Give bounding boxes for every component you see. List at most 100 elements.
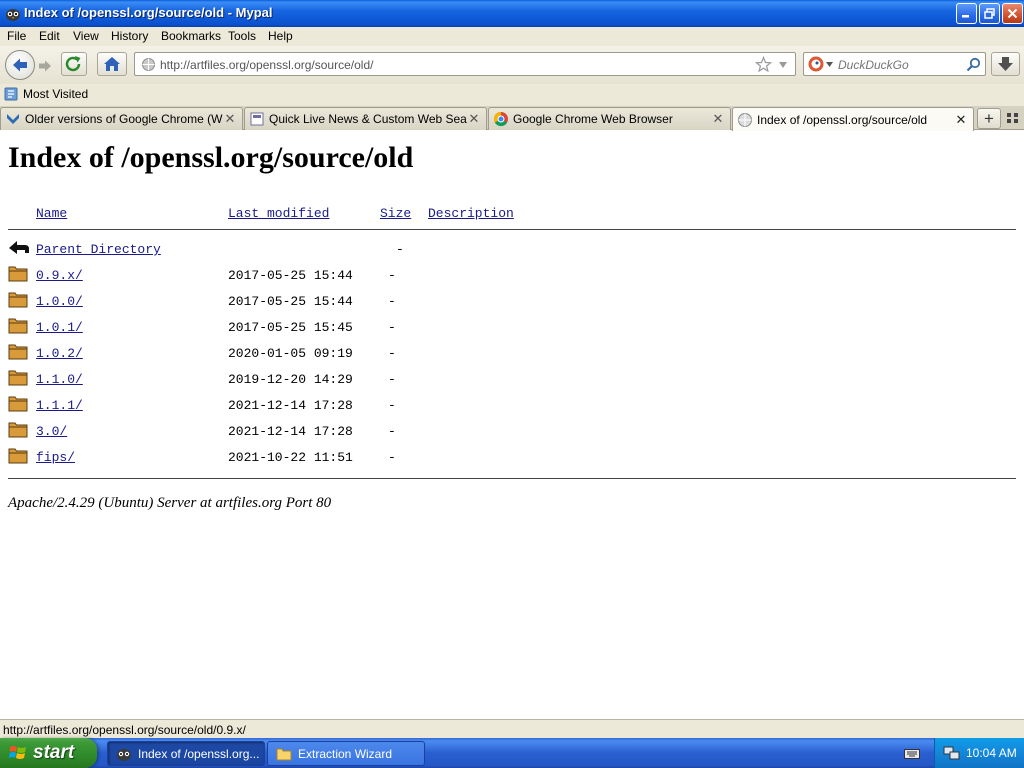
- file-size: -: [388, 424, 396, 439]
- file-size: -: [388, 320, 396, 335]
- url-dropdown-icon[interactable]: [778, 61, 788, 69]
- start-label: start: [33, 742, 75, 763]
- globe-icon: [738, 112, 752, 127]
- download-arrow-icon: [7, 114, 19, 124]
- menu-tools[interactable]: Tools: [228, 29, 256, 43]
- table-row: 1.0.2/ 2020-01-05 09:19 -: [0, 342, 600, 368]
- folder-icon: [8, 344, 28, 360]
- system-tray: 10:04 AM: [934, 738, 1024, 768]
- folder-icon: [8, 370, 28, 386]
- clock[interactable]: 10:04 AM: [966, 746, 1017, 760]
- minimize-button[interactable]: [956, 3, 977, 24]
- forward-arrow-icon: [39, 60, 51, 72]
- duckduckgo-icon[interactable]: [808, 56, 824, 72]
- tab-index-openssl[interactable]: Index of /openssl.org/source/old ✕: [732, 107, 974, 131]
- modified-date: 2020-01-05 09:19: [228, 346, 353, 361]
- table-row: 1.0.0/ 2017-05-25 15:44 -: [0, 290, 600, 316]
- new-tab-button[interactable]: +: [977, 108, 1001, 129]
- url-bar[interactable]: http://artfiles.org/openssl.org/source/o…: [134, 52, 796, 76]
- search-icon[interactable]: [966, 57, 981, 72]
- reload-button[interactable]: [61, 52, 87, 76]
- column-size-header[interactable]: Size: [380, 206, 411, 221]
- modified-date: 2017-05-25 15:45: [228, 320, 353, 335]
- reload-icon: [65, 56, 81, 72]
- modified-date: 2019-12-20 14:29: [228, 372, 353, 387]
- menu-bar: File Edit View History Bookmarks Tools H…: [0, 27, 1024, 46]
- forward-button[interactable]: [34, 55, 56, 77]
- parent-directory-row: Parent Directory -: [0, 238, 600, 264]
- tab-label: Google Chrome Web Browser: [513, 112, 673, 126]
- tab-close-icon[interactable]: ✕: [467, 111, 481, 126]
- tab-close-icon[interactable]: ✕: [223, 111, 237, 126]
- directory-link[interactable]: 1.0.0/: [36, 294, 83, 309]
- most-visited-bookmark[interactable]: Most Visited: [4, 87, 88, 101]
- title-bar[interactable]: Index of /openssl.org/source/old - Mypal: [0, 0, 1024, 27]
- directory-link[interactable]: 3.0/: [36, 424, 67, 439]
- directory-link[interactable]: 0.9.x/: [36, 268, 83, 283]
- folder-icon: [8, 448, 28, 464]
- window-title: Index of /openssl.org/source/old - Mypal: [24, 5, 273, 20]
- menu-file[interactable]: File: [7, 29, 26, 43]
- directory-link[interactable]: 1.0.2/: [36, 346, 83, 361]
- tab-close-icon[interactable]: ✕: [954, 112, 968, 127]
- search-engine-dropdown-icon[interactable]: [826, 62, 833, 67]
- tab-google-chrome[interactable]: Google Chrome Web Browser ✕: [488, 107, 731, 130]
- taskbar-item-label: Index of /openssl.org...: [138, 746, 260, 761]
- bookmark-folder-icon: [4, 87, 18, 101]
- menu-history[interactable]: History: [111, 29, 148, 43]
- chrome-icon: [493, 111, 508, 127]
- tab-quick-live-news[interactable]: Quick Live News & Custom Web Search ✕: [244, 107, 487, 130]
- keyboard-icon[interactable]: [904, 747, 920, 760]
- menu-view[interactable]: View: [73, 29, 99, 43]
- tab-label: Older versions of Google Chrome (Wind...: [25, 112, 223, 126]
- home-button[interactable]: [97, 52, 127, 76]
- file-size: -: [388, 398, 396, 413]
- back-button[interactable]: [5, 50, 35, 80]
- modified-date: 2017-05-25 15:44: [228, 268, 353, 283]
- folder-icon: [8, 422, 28, 438]
- close-button[interactable]: [1002, 3, 1023, 24]
- menu-help[interactable]: Help: [268, 29, 293, 43]
- folder-icon: [276, 748, 292, 760]
- header-divider: [8, 229, 1016, 230]
- modified-date: 2021-12-14 17:28: [228, 398, 353, 413]
- directory-link[interactable]: 1.0.1/: [36, 320, 83, 335]
- most-visited-label: Most Visited: [23, 87, 89, 101]
- tab-list-icon[interactable]: [1006, 111, 1020, 125]
- folder-icon: [8, 396, 28, 412]
- column-last-modified-header[interactable]: Last modified: [228, 206, 329, 221]
- tab-older-chrome[interactable]: Older versions of Google Chrome (Wind...…: [0, 107, 243, 130]
- parent-directory-link[interactable]: Parent Directory: [36, 242, 161, 257]
- restore-button[interactable]: [979, 3, 1000, 24]
- file-size: -: [388, 294, 396, 309]
- file-size: -: [388, 372, 396, 387]
- search-box[interactable]: [803, 52, 986, 76]
- modified-date: 2021-10-22 11:51: [228, 450, 353, 465]
- plus-icon: +: [984, 108, 994, 128]
- status-bar: http://artfiles.org/openssl.org/source/o…: [0, 719, 1024, 738]
- bookmark-star-icon[interactable]: [755, 56, 772, 73]
- tab-close-icon[interactable]: ✕: [711, 111, 725, 126]
- search-input[interactable]: [838, 57, 962, 73]
- table-row: 3.0/ 2021-12-14 17:28 -: [0, 420, 600, 446]
- directory-link[interactable]: 1.1.1/: [36, 398, 83, 413]
- menu-bookmarks[interactable]: Bookmarks: [161, 29, 221, 43]
- navigation-toolbar: http://artfiles.org/openssl.org/source/o…: [0, 46, 1024, 84]
- home-icon: [104, 57, 120, 71]
- menu-edit[interactable]: Edit: [39, 29, 60, 43]
- taskbar-item-mypal[interactable]: Index of /openssl.org...: [107, 741, 265, 766]
- start-button[interactable]: start: [0, 738, 97, 768]
- directory-link[interactable]: 1.1.0/: [36, 372, 83, 387]
- column-description-header[interactable]: Description: [428, 206, 514, 221]
- directory-link[interactable]: fips/: [36, 450, 75, 465]
- column-name-header[interactable]: Name: [36, 206, 67, 221]
- network-icon[interactable]: [943, 745, 960, 761]
- footer-divider: [8, 478, 1016, 479]
- back-arrow-icon: [9, 241, 29, 254]
- page-title: Index of /openssl.org/source/old: [8, 141, 414, 174]
- status-text: http://artfiles.org/openssl.org/source/o…: [3, 723, 246, 737]
- url-text[interactable]: http://artfiles.org/openssl.org/source/o…: [160, 58, 373, 72]
- taskbar-item-extraction-wizard[interactable]: Extraction Wizard: [267, 741, 425, 766]
- downloads-button[interactable]: [991, 52, 1020, 76]
- tab-label: Quick Live News & Custom Web Search: [269, 112, 467, 126]
